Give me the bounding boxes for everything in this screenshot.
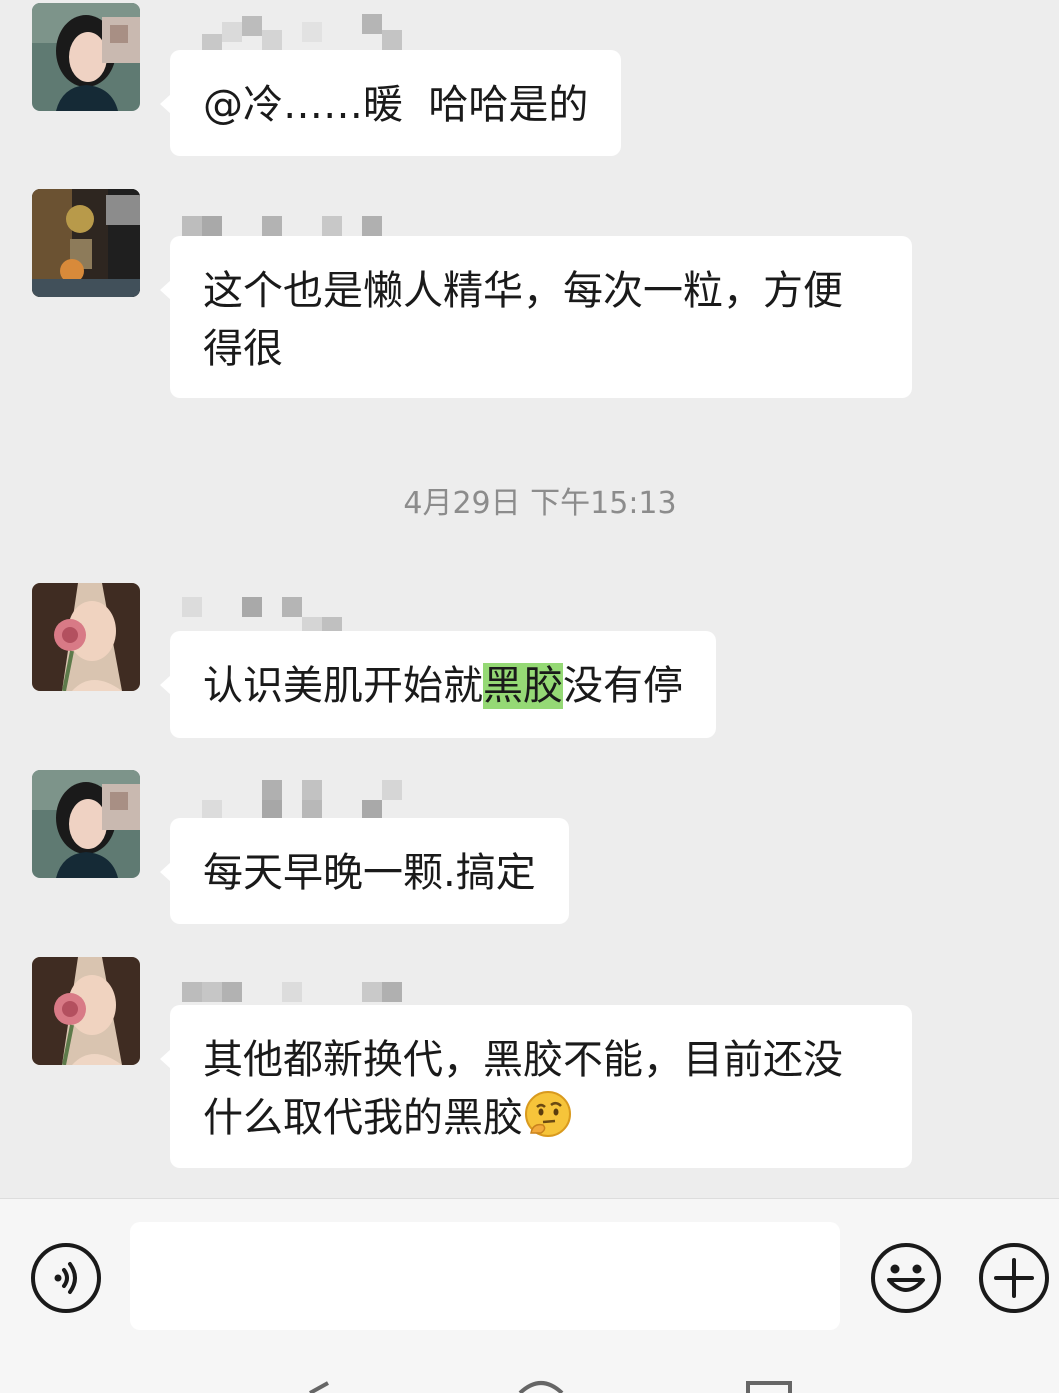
avatar[interactable] <box>32 189 140 297</box>
message-input[interactable] <box>130 1222 840 1330</box>
rose-woman-avatar <box>32 957 140 1065</box>
recents-nav-icon[interactable] <box>746 1379 792 1393</box>
smiley-icon[interactable] <box>870 1242 942 1314</box>
timestamp: 4月29日 下午15:13 <box>403 486 677 521</box>
plus-icon[interactable] <box>978 1242 1050 1314</box>
avatar[interactable] <box>32 3 140 111</box>
avatar[interactable] <box>32 583 140 691</box>
avatar[interactable] <box>32 770 140 878</box>
voice-icon[interactable] <box>30 1242 102 1314</box>
search-highlight: 黑胶 <box>483 663 563 709</box>
flower-vase-avatar <box>32 189 140 297</box>
input-bar <box>0 1198 1059 1393</box>
message-bubble[interactable]: @冷……暖 哈哈是的 <box>159 50 622 156</box>
message-bubble[interactable]: 每天早晚一颗.搞定 <box>160 818 569 924</box>
message-bubble[interactable]: 认识美肌开始就黑胶没有停 <box>160 631 716 738</box>
short-hair-woman-avatar <box>32 770 140 878</box>
sender-name <box>200 12 410 54</box>
message-text: 没有停 <box>563 663 683 709</box>
thinking-face-emoji <box>525 1091 571 1137</box>
sender-name <box>200 778 410 820</box>
avatar[interactable] <box>32 957 140 1065</box>
home-nav-icon[interactable] <box>516 1379 566 1393</box>
message-bubble[interactable]: 其他都新换代，黑胶不能，目前还没什么取代我的黑胶 <box>160 1005 912 1168</box>
message-text: 认识美肌开始就 <box>203 663 483 709</box>
chat-area[interactable]: @冷……暖 哈哈是的 这个也是懒人精华，每次一粒，方便得很 4月29日 下午15… <box>0 0 1059 1198</box>
sender-name <box>180 595 360 637</box>
short-hair-woman-avatar <box>32 3 140 111</box>
rose-woman-avatar <box>32 583 140 691</box>
back-nav-icon[interactable] <box>300 1379 340 1393</box>
message-bubble[interactable]: 这个也是懒人精华，每次一粒，方便得很 <box>160 236 912 398</box>
